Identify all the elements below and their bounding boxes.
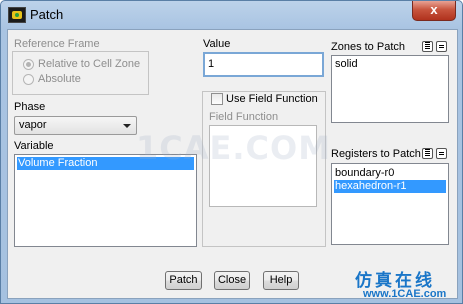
fluent-app-icon [8,7,26,23]
chevron-down-icon [123,124,131,128]
list-item[interactable]: boundary-r0 [334,167,446,180]
patch-button[interactable]: Patch [165,271,202,290]
select-all-zones-icon[interactable] [422,41,433,52]
value-input-text: 1 [208,58,215,70]
registers-to-patch-list[interactable]: boundary-r0 hexahedron-r1 [331,163,449,245]
patch-window: Patch x Reference Frame Relative to Cell… [0,0,463,304]
window-title: Patch [30,7,64,22]
phase-label: Phase [14,101,46,113]
radio-relative-to-cell-zone[interactable] [23,59,34,70]
watermark-text: 1CAE.COM [136,129,332,167]
list-item[interactable]: solid [334,58,446,71]
deselect-all-registers-icon[interactable] [436,148,447,159]
variable-list[interactable]: Volume Fraction [14,154,197,247]
value-label: Value [203,38,231,50]
window-close-button[interactable]: x [412,1,456,21]
zones-to-patch-list[interactable]: solid [331,55,449,123]
watermark-logo-url: www.1CAE.com [363,288,447,300]
phase-dropdown-value: vapor [19,119,47,131]
help-button[interactable]: Help [263,271,299,290]
variable-label: Variable [14,140,54,152]
value-input[interactable]: 1 [203,52,324,77]
list-item[interactable]: hexahedron-r1 [334,180,446,193]
close-button[interactable]: Close [214,271,250,290]
use-field-function-checkbox[interactable] [211,93,223,105]
use-field-function-label: Use Field Function [226,93,318,105]
registers-to-patch-label: Registers to Patch [331,148,421,160]
radio-absolute[interactable] [23,74,34,85]
select-all-registers-icon[interactable] [422,148,433,159]
title-bar[interactable]: Patch x [1,1,462,29]
zones-to-patch-label: Zones to Patch [331,41,405,53]
phase-dropdown[interactable]: vapor [14,116,137,135]
deselect-all-zones-icon[interactable] [436,41,447,52]
radio-relative-label: Relative to Cell Zone [38,58,141,70]
radio-absolute-label: Absolute [38,73,81,85]
reference-frame-label: Reference Frame [14,38,100,50]
field-function-label: Field Function [209,111,279,123]
